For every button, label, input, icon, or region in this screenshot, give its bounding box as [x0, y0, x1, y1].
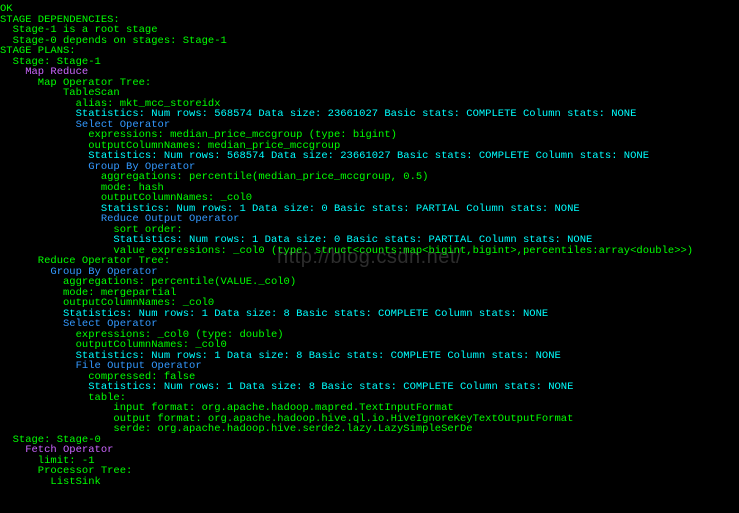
terminal-line: Statistics: Num rows: 1 Data size: 0 Bas…: [0, 235, 739, 246]
terminal-line: Statistics: Num rows: 1 Data size: 8 Bas…: [0, 382, 739, 393]
terminal-line: expressions: median_price_mccgroup (type…: [0, 130, 739, 141]
terminal-line: File Output Operator: [0, 361, 739, 372]
terminal-line: Stage: Stage-1: [0, 57, 739, 68]
terminal-line: Reduce Output Operator: [0, 214, 739, 225]
terminal-line: input format: org.apache.hadoop.mapred.T…: [0, 403, 739, 414]
terminal-line: TableScan: [0, 88, 739, 99]
terminal-line: Statistics: Num rows: 568574 Data size: …: [0, 109, 739, 120]
terminal-line: outputColumnNames: _col0: [0, 340, 739, 351]
terminal-line: STAGE PLANS:: [0, 46, 739, 57]
terminal-line: Map Reduce: [0, 67, 739, 78]
terminal-line: Stage-0 depends on stages: Stage-1: [0, 36, 739, 47]
terminal-line: aggregations: percentile(median_price_mc…: [0, 172, 739, 183]
terminal-line: outputColumnNames: _col0: [0, 298, 739, 309]
terminal-line: Select Operator: [0, 319, 739, 330]
terminal-line: Reduce Operator Tree:: [0, 256, 739, 267]
terminal-line: Processor Tree:: [0, 466, 739, 477]
terminal-line: OK: [0, 4, 739, 15]
terminal-line: Statistics: Num rows: 568574 Data size: …: [0, 151, 739, 162]
terminal-output: OKSTAGE DEPENDENCIES: Stage-1 is a root …: [0, 0, 739, 487]
terminal-line: serde: org.apache.hadoop.hive.serde2.laz…: [0, 424, 739, 435]
terminal-line: aggregations: percentile(VALUE._col0): [0, 277, 739, 288]
terminal-line: Fetch Operator: [0, 445, 739, 456]
terminal-line: outputColumnNames: _col0: [0, 193, 739, 204]
terminal-line: ListSink: [0, 477, 739, 488]
terminal-line: Stage-1 is a root stage: [0, 25, 739, 36]
